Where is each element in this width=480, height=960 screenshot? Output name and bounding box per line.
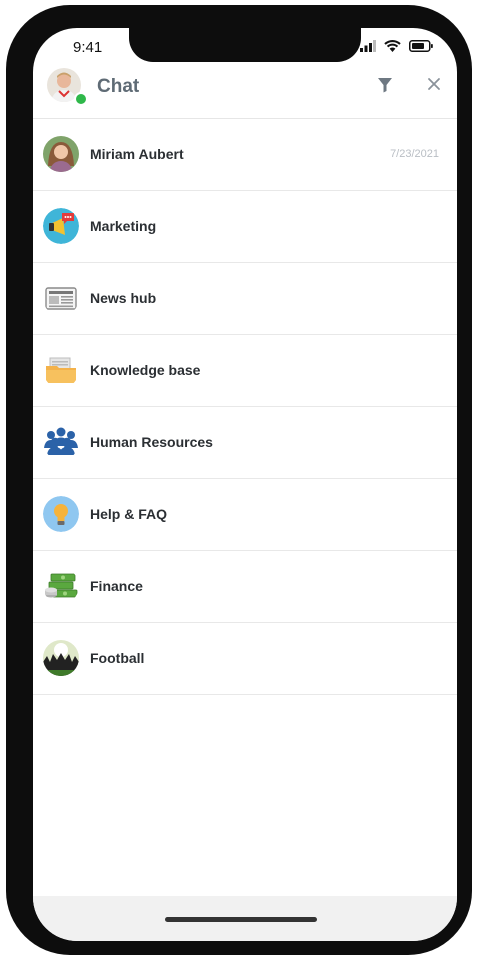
chat-name: Knowledge base — [90, 362, 201, 378]
wifi-icon — [384, 40, 401, 52]
status-icons — [360, 40, 433, 52]
battery-icon — [409, 40, 433, 52]
bottom-bar — [33, 896, 457, 941]
chat-name: Help & FAQ — [90, 506, 168, 522]
chat-name: Miriam Aubert — [90, 146, 184, 162]
phone-screen: 9:41 Chat Miriam Aubert 7/23/2021 Market… — [33, 28, 457, 941]
lightbulb-icon — [43, 496, 79, 532]
status-time: 9:41 — [73, 39, 103, 56]
chat-item-help-faq[interactable]: Help & FAQ — [33, 479, 457, 551]
phone-frame: 9:41 Chat Miriam Aubert 7/23/2021 Market… — [6, 5, 472, 955]
chat-list: Miriam Aubert 7/23/2021 Marketing News h… — [33, 119, 457, 695]
chat-item-human-resources[interactable]: Human Resources — [33, 407, 457, 479]
football-crowd-icon — [43, 640, 79, 676]
chat-name: Football — [90, 650, 145, 666]
chat-name: Finance — [90, 578, 143, 594]
person-photo-icon — [43, 136, 79, 172]
megaphone-icon — [43, 208, 79, 244]
newspaper-icon — [43, 280, 79, 316]
presence-indicator — [74, 92, 88, 106]
chat-header: Chat — [33, 64, 457, 119]
chat-item-miriam-aubert[interactable]: Miriam Aubert 7/23/2021 — [33, 119, 457, 191]
chat-name: News hub — [90, 290, 157, 306]
chat-item-finance[interactable]: Finance — [33, 551, 457, 623]
chat-name: Marketing — [90, 218, 157, 234]
folder-icon — [43, 352, 79, 388]
home-indicator[interactable] — [165, 917, 317, 922]
chat-name: Human Resources — [90, 434, 213, 450]
close-icon[interactable] — [427, 77, 441, 91]
chat-item-news-hub[interactable]: News hub — [33, 263, 457, 335]
chat-item-football[interactable]: Football — [33, 623, 457, 695]
signal-icon — [360, 40, 376, 52]
notch — [129, 28, 361, 62]
chat-item-knowledge-base[interactable]: Knowledge base — [33, 335, 457, 407]
people-group-icon — [43, 424, 79, 460]
page-title: Chat — [97, 76, 140, 97]
filter-icon[interactable] — [377, 77, 393, 93]
chat-item-marketing[interactable]: Marketing — [33, 191, 457, 263]
chat-date: 7/23/2021 — [390, 148, 439, 160]
money-stack-icon — [43, 568, 79, 604]
